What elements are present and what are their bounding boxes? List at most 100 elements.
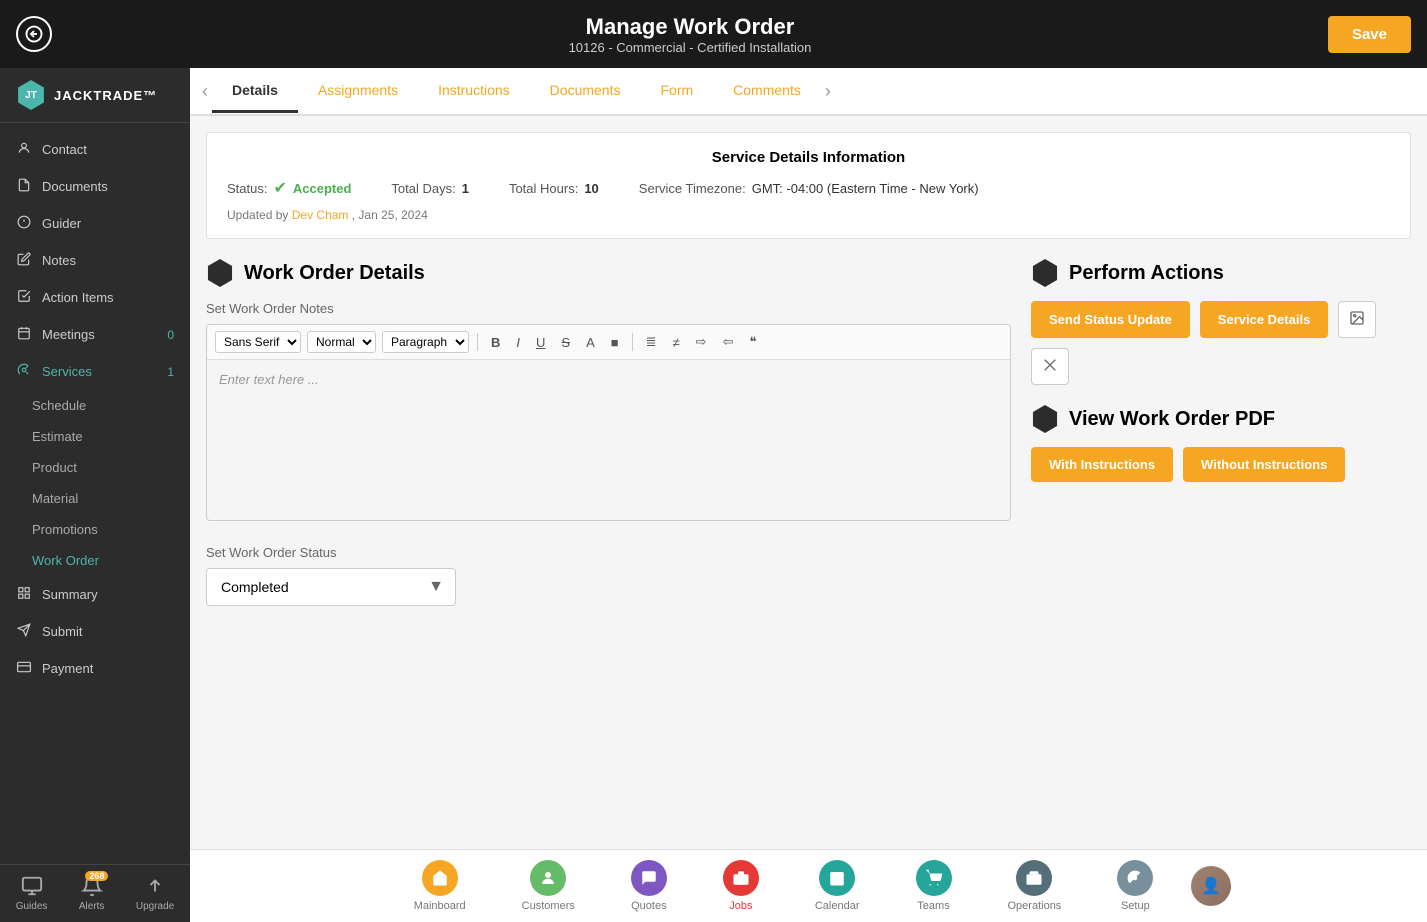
sidebar-item-payment[interactable]: Payment [0, 650, 190, 687]
sidebar-item-label: Submit [42, 624, 82, 639]
tab-prev-button[interactable]: ‹ [198, 81, 212, 102]
nav-setup[interactable]: Setup [1089, 856, 1181, 916]
sidebar-item-label: Services [42, 364, 92, 379]
nav-mainboard[interactable]: Mainboard [386, 856, 494, 916]
sidebar-item-label: Documents [42, 179, 108, 194]
sidebar-sub-schedule[interactable]: Schedule [0, 390, 190, 421]
unordered-list-button[interactable]: ≠ [668, 333, 685, 352]
bold-button[interactable]: B [486, 333, 505, 352]
sidebar-item-label: Notes [42, 253, 76, 268]
view-pdf-section: View Work Order PDF With Instructions Wi… [1031, 405, 1411, 482]
font-size-select[interactable]: Normal [307, 331, 376, 353]
work-order-section-title: Work Order Details [244, 262, 425, 285]
user-avatar[interactable]: 👤 [1191, 866, 1231, 906]
sidebar-item-label: Meetings [42, 327, 95, 342]
tabs-bar: ‹ Details Assignments Instructions Docum… [190, 68, 1427, 116]
sub-item-label: Product [32, 460, 77, 475]
ordered-list-button[interactable]: ≣ [641, 332, 662, 352]
nav-operations[interactable]: Operations [980, 856, 1090, 916]
sidebar-item-submit[interactable]: Submit [0, 613, 190, 650]
tab-next-button[interactable]: › [821, 81, 835, 102]
sidebar-item-label: Guider [42, 216, 81, 231]
nav-jobs[interactable]: Jobs [695, 856, 787, 916]
paragraph-select[interactable]: Paragraph [382, 331, 469, 353]
status-select[interactable]: Completed In Progress Pending Cancelled [206, 568, 456, 606]
sidebar-sub-estimate[interactable]: Estimate [0, 421, 190, 452]
tab-assignments[interactable]: Assignments [298, 70, 418, 113]
image-button[interactable] [1338, 301, 1376, 338]
save-button[interactable]: Save [1328, 16, 1411, 53]
sub-item-label: Material [32, 491, 78, 506]
font-color-button[interactable]: A [581, 333, 600, 352]
back-button[interactable] [16, 16, 52, 52]
tab-form[interactable]: Form [640, 70, 713, 113]
nav-quotes[interactable]: Quotes [603, 856, 695, 916]
sidebar-item-summary[interactable]: Summary [0, 576, 190, 613]
meetings-badge: 0 [167, 328, 174, 342]
total-hours-item: Total Hours: 10 [509, 181, 599, 196]
blockquote-button[interactable]: ❝ [744, 332, 761, 352]
sidebar-item-meetings[interactable]: Meetings 0 [0, 316, 190, 353]
sidebar-item-documents[interactable]: Documents [0, 168, 190, 205]
sidebar-item-action-items[interactable]: Action Items [0, 279, 190, 316]
guides-button[interactable]: Guides [16, 875, 48, 912]
services-badge: 1 [167, 365, 174, 379]
sidebar-sub-work-order[interactable]: Work Order [0, 545, 190, 576]
highlight-button[interactable]: ■ [606, 333, 624, 352]
tab-details[interactable]: Details [212, 70, 298, 113]
editor-toolbar: Sans Serif Normal Paragraph B I U [207, 325, 1010, 360]
notes-label: Set Work Order Notes [206, 301, 1011, 316]
alerts-button[interactable]: 268 Alerts [79, 875, 105, 912]
status-value: Accepted [293, 181, 352, 196]
perform-actions-header: Perform Actions [1031, 259, 1411, 287]
strikethrough-button[interactable]: S [556, 333, 575, 352]
action-buttons: Send Status Update Service Details [1031, 301, 1411, 385]
italic-button[interactable]: I [511, 333, 525, 352]
font-family-select[interactable]: Sans Serif [215, 331, 301, 353]
with-instructions-button[interactable]: With Instructions [1031, 447, 1173, 482]
toolbar-divider2 [632, 333, 633, 351]
nav-calendar[interactable]: Calendar [787, 856, 888, 916]
total-days-item: Total Days: 1 [391, 181, 469, 196]
sidebar-footer: Guides 268 Alerts Upgrade [0, 864, 190, 922]
sidebar-item-guider[interactable]: Guider [0, 205, 190, 242]
nav-customers[interactable]: Customers [494, 856, 603, 916]
text-clear-button[interactable] [1031, 348, 1069, 385]
service-details-button[interactable]: Service Details [1200, 301, 1329, 338]
tab-instructions[interactable]: Instructions [418, 70, 530, 113]
sidebar-item-label: Action Items [42, 290, 114, 305]
sidebar: JT JACKTRADE™ Contact Documents Guide [0, 68, 190, 922]
view-pdf-title: View Work Order PDF [1069, 408, 1275, 431]
status-section-label: Set Work Order Status [206, 545, 1011, 560]
upgrade-button[interactable]: Upgrade [136, 875, 174, 912]
outdent-button[interactable]: ⇦ [718, 332, 739, 352]
sidebar-item-services[interactable]: Services 1 [0, 353, 190, 390]
view-pdf-hex-icon [1031, 405, 1059, 433]
tab-documents[interactable]: Documents [530, 70, 641, 113]
sidebar-nav: Contact Documents Guider Notes [0, 123, 190, 864]
submit-icon [16, 623, 32, 640]
bottom-nav: Mainboard Customers Quotes Jobs [190, 849, 1427, 922]
status-select-wrapper: Completed In Progress Pending Cancelled … [206, 568, 456, 606]
sidebar-sub-promotions[interactable]: Promotions [0, 514, 190, 545]
content-scroll: Service Details Information Status: ✔ Ac… [190, 116, 1427, 849]
check-circle-icon: ✔ [273, 178, 286, 198]
sidebar-item-contact[interactable]: Contact [0, 131, 190, 168]
sidebar-item-label: Payment [42, 661, 93, 676]
nav-teams[interactable]: Teams [888, 856, 980, 916]
payment-icon [16, 660, 32, 677]
sidebar-item-notes[interactable]: Notes [0, 242, 190, 279]
setup-icon [1117, 860, 1153, 896]
sub-item-label: Promotions [32, 522, 98, 537]
indent-button[interactable]: ⇨ [691, 332, 712, 352]
editor-body[interactable]: Enter text here ... [207, 360, 1010, 520]
sidebar-sub-product[interactable]: Product [0, 452, 190, 483]
updated-by: Updated by Dev Cham , Jan 25, 2024 [227, 208, 1390, 222]
sub-item-label: Schedule [32, 398, 86, 413]
underline-button[interactable]: U [531, 333, 550, 352]
tab-comments[interactable]: Comments [713, 70, 821, 113]
without-instructions-button[interactable]: Without Instructions [1183, 447, 1345, 482]
sidebar-sub-material[interactable]: Material [0, 483, 190, 514]
sidebar-logo: JT JACKTRADE™ [0, 68, 190, 123]
send-status-button[interactable]: Send Status Update [1031, 301, 1190, 338]
